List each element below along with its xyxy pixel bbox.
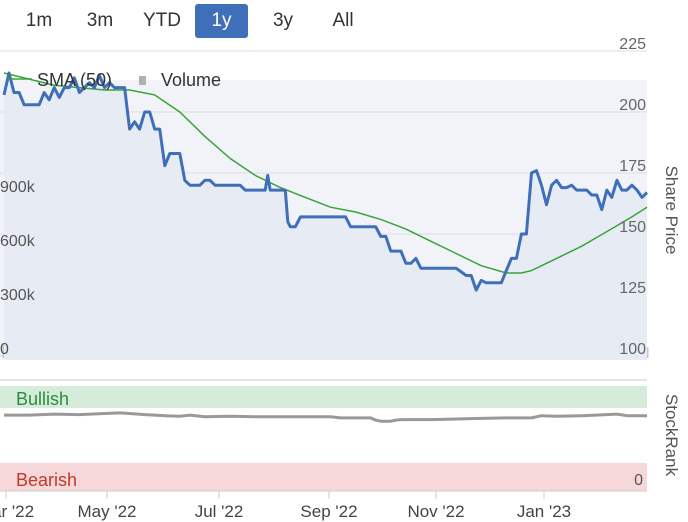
price-tick-label: 175 bbox=[619, 158, 646, 175]
x-axis-ticks: Mar '22 May '22 Jul '22 Sep '22 Nov '22 Jan '… bbox=[0, 491, 571, 521]
stockrank-line bbox=[4, 411, 647, 423]
price-tick-label: 200 bbox=[619, 97, 646, 114]
bullish-band bbox=[0, 386, 647, 408]
price-tick-label: 125 bbox=[619, 280, 646, 297]
stock-chart: 100 125 150 175 200 225 0 300k 600k 900k Share P… bbox=[0, 36, 681, 521]
volume-tick-label: 300k bbox=[0, 287, 36, 304]
legend-sma-label[interactable]: SMA (50) bbox=[37, 70, 112, 90]
x-tick-label: Nov '22 bbox=[407, 502, 464, 521]
x-tick-label: May '22 bbox=[78, 502, 137, 521]
price-tick-label: 150 bbox=[619, 219, 646, 236]
volume-tick-label: 900k bbox=[0, 179, 36, 196]
stockrank-panel: Bullish Bearish 0 StockRank bbox=[0, 379, 681, 491]
bearish-label: Bearish bbox=[16, 470, 77, 490]
x-tick-label: Sep '22 bbox=[300, 502, 357, 521]
price-axis-label: Share Price bbox=[662, 166, 681, 255]
price-tick-label: 100 bbox=[619, 341, 646, 358]
x-tick-label: Mar '22 bbox=[0, 502, 34, 521]
volume-tick-label: 600k bbox=[0, 233, 36, 250]
x-tick-label: Jul '22 bbox=[195, 502, 244, 521]
price-tick-label: 225 bbox=[619, 36, 646, 53]
legend-volume-marker bbox=[139, 76, 146, 85]
volume-tick-label: 0 bbox=[0, 341, 9, 358]
bearish-band bbox=[0, 463, 647, 491]
bearish-value: 0 bbox=[634, 472, 643, 489]
x-tick-label: Jan '23 bbox=[517, 502, 571, 521]
bullish-label: Bullish bbox=[16, 389, 69, 409]
stockrank-axis-label: StockRank bbox=[662, 394, 681, 477]
legend-volume-label[interactable]: Volume bbox=[161, 70, 221, 90]
